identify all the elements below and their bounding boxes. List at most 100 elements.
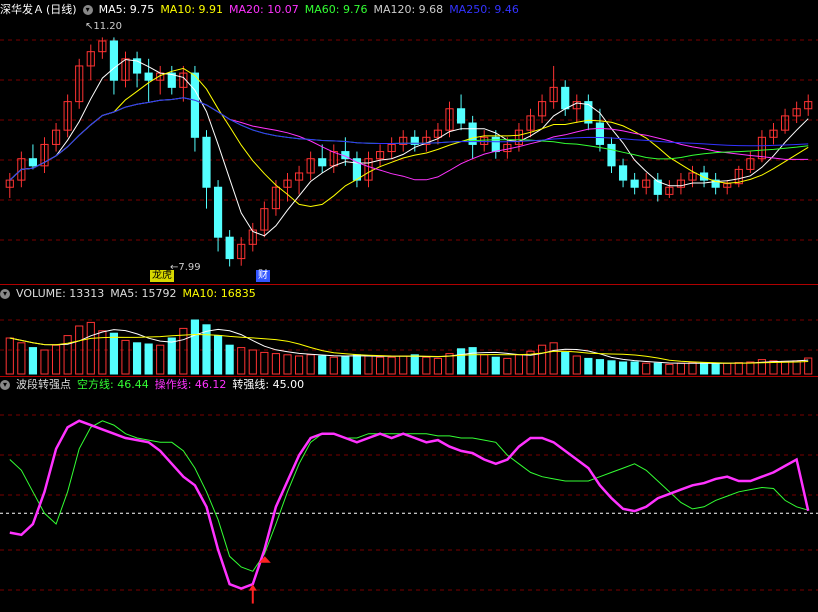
candle-body <box>561 86 570 110</box>
volume-bar <box>375 356 385 375</box>
volume-bar <box>561 351 570 375</box>
volume-header: ▾ VOLUME: 13313 MA5: 15792 MA10: 16835 <box>0 286 262 302</box>
indicator-header: ▾ 波段转强点 空方线: 46.44 操作线: 46.12 转强线: 45.00 <box>0 377 310 393</box>
finance-tag[interactable]: 财 <box>256 270 270 282</box>
ma250-line <box>9 97 809 181</box>
volume-bar <box>480 354 489 375</box>
volume-bar <box>723 362 732 375</box>
candle-body <box>109 40 119 81</box>
volume-bar <box>653 362 662 375</box>
volume-bar <box>167 337 176 375</box>
volume-bar <box>734 362 743 375</box>
volume-bar <box>688 362 697 375</box>
ma5-line <box>9 58 809 237</box>
candle-body <box>630 179 639 188</box>
volume-bar <box>491 356 500 375</box>
volume-bar <box>549 342 558 375</box>
bear-line-label: 空方线: 46.44 <box>77 378 149 391</box>
volume-bar <box>283 354 292 375</box>
volume-bar <box>410 354 419 375</box>
volume-bar <box>5 337 14 375</box>
volume-bar <box>364 355 373 375</box>
ma20-line <box>9 97 809 181</box>
volume-bar <box>514 354 524 375</box>
volume-bar <box>213 335 223 375</box>
volume-bar <box>260 351 269 375</box>
volume-ma5: MA5: 15792 <box>110 287 177 300</box>
volume-bar <box>433 357 443 375</box>
candle-body <box>618 165 628 181</box>
volume-bar <box>584 357 593 375</box>
period-label: (日线) <box>46 3 77 16</box>
volume-bar <box>132 342 142 375</box>
volume-bar <box>17 342 26 375</box>
volume-bar <box>387 356 396 375</box>
volume-bar <box>699 362 709 375</box>
volume-bar <box>63 335 72 375</box>
ma-label-5: MA250: 9.46 <box>449 3 519 16</box>
volume-bar <box>86 321 95 375</box>
volume-bar <box>306 354 315 375</box>
volume-bar <box>318 355 327 375</box>
volume-bar <box>456 348 466 375</box>
volume-bar <box>144 343 153 375</box>
volume-bar <box>399 355 408 375</box>
volume-bar <box>618 361 628 375</box>
volume-bar <box>468 347 477 375</box>
settings-circle-icon[interactable]: ▾ <box>82 5 93 15</box>
candle-body <box>28 158 38 167</box>
volume-bar <box>503 357 512 375</box>
volume-title: VOLUME: 13313 <box>16 287 105 300</box>
candle-body <box>202 136 211 188</box>
volume-ma10: MA10: 16835 <box>182 287 256 300</box>
volume-bar <box>329 356 338 375</box>
candle-body <box>607 143 616 167</box>
ma-label-1: MA10: 9.91 <box>160 3 224 16</box>
ma60-line <box>9 97 809 181</box>
chart-canvas <box>0 37 818 604</box>
low-price-label: ←7.99 <box>170 262 201 273</box>
volume-bar <box>746 361 755 375</box>
ma-label-3: MA60: 9.76 <box>304 3 368 16</box>
volume-bar <box>341 355 350 375</box>
high-price-value: 11.20 <box>93 21 123 32</box>
ma-label-2: MA20: 10.07 <box>229 3 299 16</box>
ma-legend: MA5: 9.75 MA10: 9.91 MA20: 10.07 MA60: 9.76… <box>99 3 525 16</box>
candle-body <box>595 122 605 145</box>
volume-bar <box>190 319 200 375</box>
volume-bar <box>40 349 49 375</box>
strong-line-label: 转强线: 45.00 <box>232 378 305 391</box>
candle-body <box>144 72 153 81</box>
panel-separator-2 <box>0 376 818 377</box>
volume-bar <box>225 344 234 375</box>
volume-bar <box>248 349 257 375</box>
candle-body <box>225 236 234 260</box>
ma-label-4: MA120: 9.68 <box>373 3 444 16</box>
operation-line <box>9 419 810 590</box>
bear-line <box>9 420 809 572</box>
volume-bar <box>780 360 790 375</box>
volume-bar <box>109 332 119 375</box>
ma10-line <box>9 67 809 208</box>
candle-body <box>318 158 327 167</box>
volume-bar <box>630 361 639 375</box>
volume-bar <box>642 362 651 375</box>
volume-bar <box>607 360 616 375</box>
volume-bar <box>676 362 686 375</box>
price-header: 深华发Ａ (日线) ▾ MA5: 9.75 MA10: 9.91 MA20: 10.07 M… <box>0 2 531 18</box>
high-price-label: ↖11.20 <box>85 21 123 32</box>
volume-bar <box>28 347 38 375</box>
volume-bar <box>665 363 674 375</box>
low-price-value: 7.99 <box>178 262 201 273</box>
volume-bar <box>237 347 246 375</box>
indicator-menu-icon[interactable]: ▾ <box>0 380 10 390</box>
volume-bar <box>595 359 605 375</box>
volume-bar <box>121 339 130 375</box>
panel-separator-1 <box>0 284 818 285</box>
dragon-tiger-tag[interactable]: 龙虎 <box>150 270 174 282</box>
volume-menu-icon[interactable]: ▾ <box>0 289 10 299</box>
stock-name: 深华发Ａ <box>0 3 44 16</box>
volume-bar <box>294 355 304 375</box>
candle-body <box>190 72 200 138</box>
volume-bar <box>352 354 362 375</box>
